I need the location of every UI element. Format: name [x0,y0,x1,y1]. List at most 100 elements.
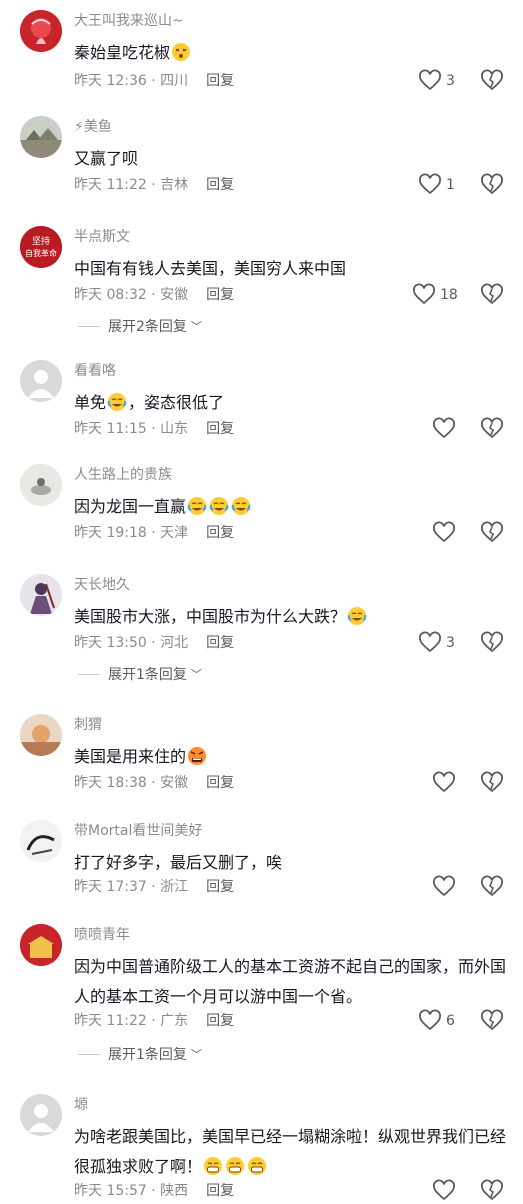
username[interactable]: 人生路上的贵族 [74,464,172,486]
dislike-icon[interactable] [480,69,504,93]
chevron-down-icon: ﹀ [190,1048,202,1061]
dislike-icon[interactable] [480,875,504,899]
like-button[interactable] [432,1178,456,1204]
like-button[interactable]: 18 [412,282,458,308]
crying-laugh-emoji-icon [231,496,251,516]
avatar-red-building-image [20,924,62,966]
avatar[interactable] [20,924,62,966]
comment-text: 中国有有钱人去美国，美国穷人来中国 [74,259,347,278]
avatar[interactable] [20,820,62,862]
reply-button[interactable]: 回复 [206,1013,234,1029]
dislike-icon[interactable] [480,1179,504,1203]
avatar-rose-image [20,10,62,52]
reply-button[interactable]: 回复 [206,635,234,651]
expand-replies-button[interactable]: 展开1条回复 ﹀ [78,664,202,684]
username[interactable]: 天长地久 [74,574,130,596]
username[interactable]: 看看咯 [74,360,116,382]
comment-text: 美国是用来住的 [74,742,506,772]
like-button[interactable] [432,520,456,546]
angry-face-emoji-icon [187,746,207,766]
reply-button[interactable]: 回复 [206,1183,234,1199]
username[interactable]: 塬 [74,1094,88,1116]
comment-text: 又赢了呗 [74,149,139,168]
comment-meta: 昨天 19:18 · 天津 回复 [74,525,235,541]
comment-item: 天长地久 美国股市大涨，中国股市为什么大跌？ 昨天 13:50 · 河北 回复 3… [0,574,523,690]
username[interactable]: 喷喷青年 [74,924,130,946]
like-count: 3 [446,73,455,89]
comment-text: 秦始皇吃花椒 [74,38,506,68]
reply-button[interactable]: 回复 [206,287,234,303]
username[interactable]: 半点斯文 [74,226,130,248]
heart-icon [433,875,455,897]
avatar[interactable] [20,10,62,52]
heart-icon [433,1179,455,1201]
like-count: 3 [446,635,455,651]
crying-laugh-emoji-icon [209,496,229,516]
comment-meta: 昨天 11:22 · 吉林 回复 [74,177,235,193]
avatar[interactable] [20,116,62,158]
chevron-down-icon: ﹀ [190,320,202,333]
comment-text: 为啥老跟美国比，美国早已经一塌糊涂啦！纵观世界我们已经很孤独求败了啊！ [74,1127,507,1176]
avatar[interactable] [20,714,62,756]
comment-meta: 昨天 12:36 · 四川 回复 [74,73,235,89]
reply-button[interactable]: 回复 [206,525,234,541]
like-button[interactable]: 1 [418,172,455,198]
avatar-sunset-image [20,714,62,756]
like-button[interactable] [432,770,456,796]
dislike-icon[interactable] [480,1009,504,1033]
divider-line [78,1053,100,1055]
comment-item: 人生路上的贵族 因为龙国一直赢 昨天 19:18 · 天津 回复 [0,464,523,554]
avatar-illustration-image [20,574,62,616]
default-avatar-icon [20,360,62,402]
avatar[interactable] [20,464,62,506]
like-button[interactable]: 3 [418,68,455,94]
reply-button[interactable]: 回复 [206,879,234,895]
avatar-ink-drawing-image [20,820,62,862]
comment-meta: 昨天 18:38 · 安徽 回复 [74,775,235,791]
divider-line [78,325,100,327]
comment-meta: 昨天 13:50 · 河北 回复 [74,635,235,651]
dislike-icon[interactable] [480,173,504,197]
like-count: 6 [446,1013,455,1029]
divider-line [78,673,100,675]
like-button[interactable]: 3 [418,630,455,656]
username[interactable]: 刺猬 [74,714,102,736]
comment-text: 单免 ，姿态很低了 [74,393,225,412]
avatar[interactable]: 坚持 自我革命 [20,226,62,268]
dislike-icon[interactable] [480,771,504,795]
heart-icon [433,771,455,793]
dizzy-face-emoji-icon [171,42,191,62]
dislike-icon[interactable] [480,283,504,307]
avatar-sketch-image [20,464,62,506]
dislike-icon[interactable] [480,631,504,655]
comment-item: 带Mortal看世间美好 打了好多字，最后又删了，唉 昨天 17:37 · 浙江… [0,820,523,910]
expand-replies-button[interactable]: 展开2条回复 ﹀ [78,316,202,336]
like-button[interactable] [432,416,456,442]
comment-item: 大王叫我来巡山~ 秦始皇吃花椒 昨天 12:36 · 四川 回复 3 [0,10,523,100]
comment-item: 喷喷青年 因为中国普通阶级工人的基本工资游不起自己的国家，而外国人的基本工资一个… [0,924,523,1074]
default-avatar-icon [20,1094,62,1136]
heart-icon [413,283,435,305]
expand-replies-button[interactable]: 展开1条回复 ﹀ [78,1044,202,1064]
avatar[interactable] [20,574,62,616]
comment-meta: 昨天 17:37 · 浙江 回复 [74,879,235,895]
reply-button[interactable]: 回复 [206,177,234,193]
reply-button[interactable]: 回复 [206,775,234,791]
chevron-down-icon: ﹀ [190,668,202,681]
dislike-icon[interactable] [480,521,504,545]
like-button[interactable]: 6 [418,1008,455,1034]
dislike-icon[interactable] [480,417,504,441]
avatar[interactable] [20,360,62,402]
username[interactable]: ⚡美鱼 [74,116,112,138]
reply-button[interactable]: 回复 [206,73,234,89]
reply-button[interactable]: 回复 [206,421,234,437]
username[interactable]: 带Mortal看世间美好 [74,820,202,842]
grinning-face-emoji-icon [203,1156,223,1176]
comment-item: 刺猬 美国是用来住的 昨天 18:38 · 安徽 回复 [0,714,523,804]
like-button[interactable] [432,874,456,900]
username[interactable]: 大王叫我来巡山~ [74,10,184,32]
avatar-text-badge-image: 坚持 自我革命 [20,226,62,268]
like-count: 18 [440,287,458,303]
heart-icon [419,631,441,653]
avatar[interactable] [20,1094,62,1136]
